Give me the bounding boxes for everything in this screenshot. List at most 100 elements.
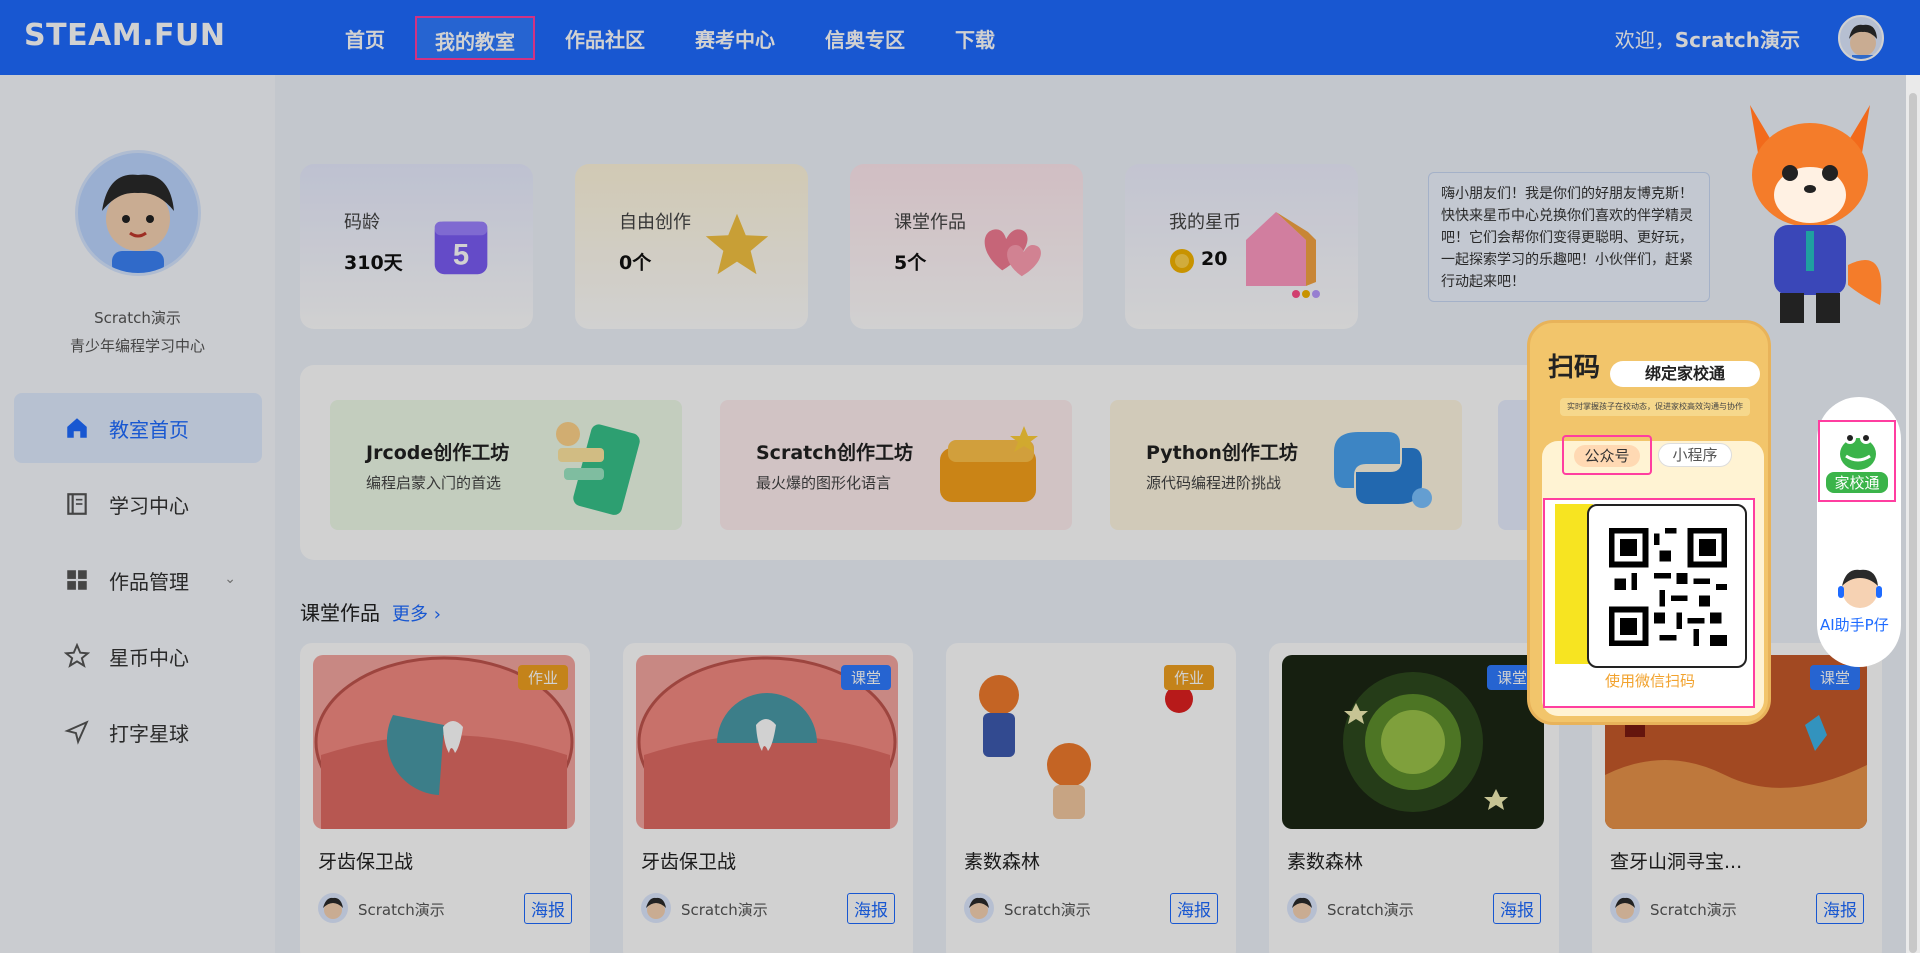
chevron-right-icon: ›: [433, 604, 441, 625]
sidebar: Scratch演示 青少年编程学习中心 教室首页 学习中心 作品管理 ⌄ 星币中…: [0, 75, 275, 953]
poster-button[interactable]: 海报: [524, 893, 572, 924]
python-logo-icon: [1334, 432, 1432, 508]
mascot-speech-bubble: 嗨小朋友们！我是你们的好朋友博克斯！快快来星币中心兑换你们喜欢的伴学精灵吧！它们…: [1428, 172, 1710, 302]
poster-button[interactable]: 海报: [1816, 893, 1864, 924]
star-art-icon: [705, 213, 769, 275]
svg-text:5: 5: [453, 240, 469, 272]
tab-mini-program[interactable]: 小程序: [1658, 443, 1732, 467]
workshop-subtitle: 编程启蒙入门的首选: [366, 474, 502, 492]
author-avatar: [641, 893, 671, 923]
project-card[interactable]: 作业 牙齿保卫战 Scratch演示 海报: [300, 643, 590, 953]
page-scrollbar[interactable]: [1906, 75, 1920, 953]
project-card[interactable]: 课堂 牙齿保卫战 Scratch演示 海报: [623, 643, 913, 953]
home-icon: [67, 418, 87, 438]
croc-mascot-icon: [1840, 432, 1876, 470]
popup-bind-title: 绑定家校通: [1610, 361, 1760, 387]
workshop-python[interactable]: Python创作工坊 源代码编程进阶挑战: [1110, 400, 1462, 530]
stat-value: 310天: [344, 252, 403, 274]
nav-community[interactable]: 作品社区: [565, 24, 645, 53]
welcome-prefix: 欢迎，: [1614, 28, 1675, 52]
profile-avatar[interactable]: [75, 150, 201, 276]
stat-value: 5个: [894, 252, 927, 274]
qr-frame: 使用微信扫码: [1543, 498, 1755, 708]
more-label: 更多: [392, 604, 428, 625]
menu-works-management[interactable]: 作品管理 ⌄: [14, 545, 262, 615]
stat-title: 码龄: [344, 212, 380, 233]
hearts-icon: [984, 229, 1041, 277]
stat-card-star-coins[interactable]: 我的星币 20: [1125, 164, 1358, 329]
coin-icon: [1170, 249, 1194, 273]
menu-typing-planet[interactable]: 打字星球: [14, 697, 262, 767]
author-avatar: [964, 893, 994, 923]
workshop-scratch[interactable]: Scratch创作工坊 最火爆的图形化语言: [720, 400, 1072, 530]
author-avatar: [1287, 893, 1317, 923]
poster-button[interactable]: 海报: [1493, 893, 1541, 924]
qr-card: [1587, 504, 1747, 668]
brand-logo[interactable]: STEAM.FUN: [24, 18, 226, 53]
project-tag: 课堂: [1809, 665, 1860, 690]
poster-button[interactable]: 海报: [847, 893, 895, 924]
project-tag: 课堂: [840, 665, 891, 690]
project-card[interactable]: 课堂 素数森林 Scratch演示 海报: [1269, 643, 1559, 953]
nav-olympiad[interactable]: 信奥专区: [825, 24, 905, 53]
stat-title: 课堂作品: [894, 212, 966, 233]
calendar-icon: 5: [434, 221, 488, 275]
stat-card-coding-age[interactable]: 码龄 310天 5: [300, 164, 533, 329]
author-avatar: [1610, 893, 1640, 923]
fox-mascot-icon[interactable]: [1730, 85, 1890, 335]
popup-subtitle: 实时掌握孩子在校动态，促进家校高效沟通与协作: [1560, 398, 1750, 416]
top-navbar: STEAM.FUN 首页 我的教室 作品社区 赛考中心 信奥专区 下载 欢迎，S…: [0, 0, 1920, 75]
book-icon: [67, 493, 87, 515]
house-icon: [1246, 212, 1320, 298]
qr-hint-text: 使用微信扫码: [1605, 672, 1696, 690]
parent-school-button[interactable]: 家校通: [1818, 420, 1896, 502]
nav-download[interactable]: 下载: [955, 24, 995, 53]
author-name: Scratch演示: [1650, 901, 1737, 919]
workshop-jrcode[interactable]: Jrcode创作工坊 编程启蒙入门的首选: [330, 400, 682, 530]
workshop-subtitle: 源代码编程进阶挑战: [1146, 474, 1282, 492]
ai-assistant-label[interactable]: AI助手P仔: [1820, 614, 1889, 635]
stat-value: 0个: [619, 252, 652, 274]
star-icon: [64, 643, 90, 668]
menu-label: 打字星球: [109, 721, 189, 746]
author-name: Scratch演示: [1004, 901, 1091, 919]
ai-assistant-icon[interactable]: [1832, 560, 1888, 616]
project-tag: 作业: [517, 665, 568, 690]
nav-my-classroom[interactable]: 我的教室: [415, 16, 535, 60]
menu-label: 学习中心: [109, 493, 189, 518]
project-title: 素数森林: [964, 851, 1041, 873]
nav-home[interactable]: 首页: [345, 24, 385, 53]
project-title: 素数森林: [1287, 851, 1364, 873]
project-card[interactable]: 作业 素数森林 Scratch演示 海报: [946, 643, 1236, 953]
stat-title: 我的星币: [1169, 212, 1241, 233]
menu-label: 星币中心: [109, 645, 189, 670]
tab-label: 公众号: [1574, 445, 1640, 467]
menu-star-coin-center[interactable]: 星币中心: [14, 621, 262, 691]
grid-icon: [67, 570, 87, 590]
author-avatar: [318, 893, 348, 923]
project-title: 牙齿保卫战: [641, 851, 737, 873]
author-name: Scratch演示: [681, 901, 768, 919]
project-title: 查牙山洞寻宝...: [1610, 851, 1743, 873]
workshop-title: Python创作工坊: [1146, 442, 1298, 464]
menu-classroom-home[interactable]: 教室首页: [14, 393, 262, 463]
class-works-more-link[interactable]: 更多 ›: [392, 600, 441, 626]
scrollbar-thumb[interactable]: [1909, 93, 1917, 953]
project-title: 牙齿保卫战: [318, 851, 414, 873]
nav-exam-center[interactable]: 赛考中心: [695, 24, 775, 53]
welcome-user: Scratch演示: [1674, 28, 1800, 52]
phone-art-icon: [556, 422, 640, 515]
chevron-down-icon: ⌄: [224, 571, 236, 587]
stat-card-class-works[interactable]: 课堂作品 5个: [850, 164, 1083, 329]
parent-school-label: 家校通: [1826, 472, 1888, 493]
send-icon: [64, 720, 89, 745]
menu-learning-center[interactable]: 学习中心: [14, 469, 262, 539]
author-name: Scratch演示: [358, 901, 445, 919]
workshop-title: Scratch创作工坊: [756, 442, 914, 464]
poster-button[interactable]: 海报: [1170, 893, 1218, 924]
blocks-art-icon: [940, 426, 1038, 502]
tab-official-account[interactable]: 公众号: [1562, 435, 1652, 475]
stat-card-free-creation[interactable]: 自由创作 0个: [575, 164, 808, 329]
user-avatar[interactable]: [1838, 15, 1884, 61]
workshop-subtitle: 最火爆的图形化语言: [756, 474, 892, 492]
